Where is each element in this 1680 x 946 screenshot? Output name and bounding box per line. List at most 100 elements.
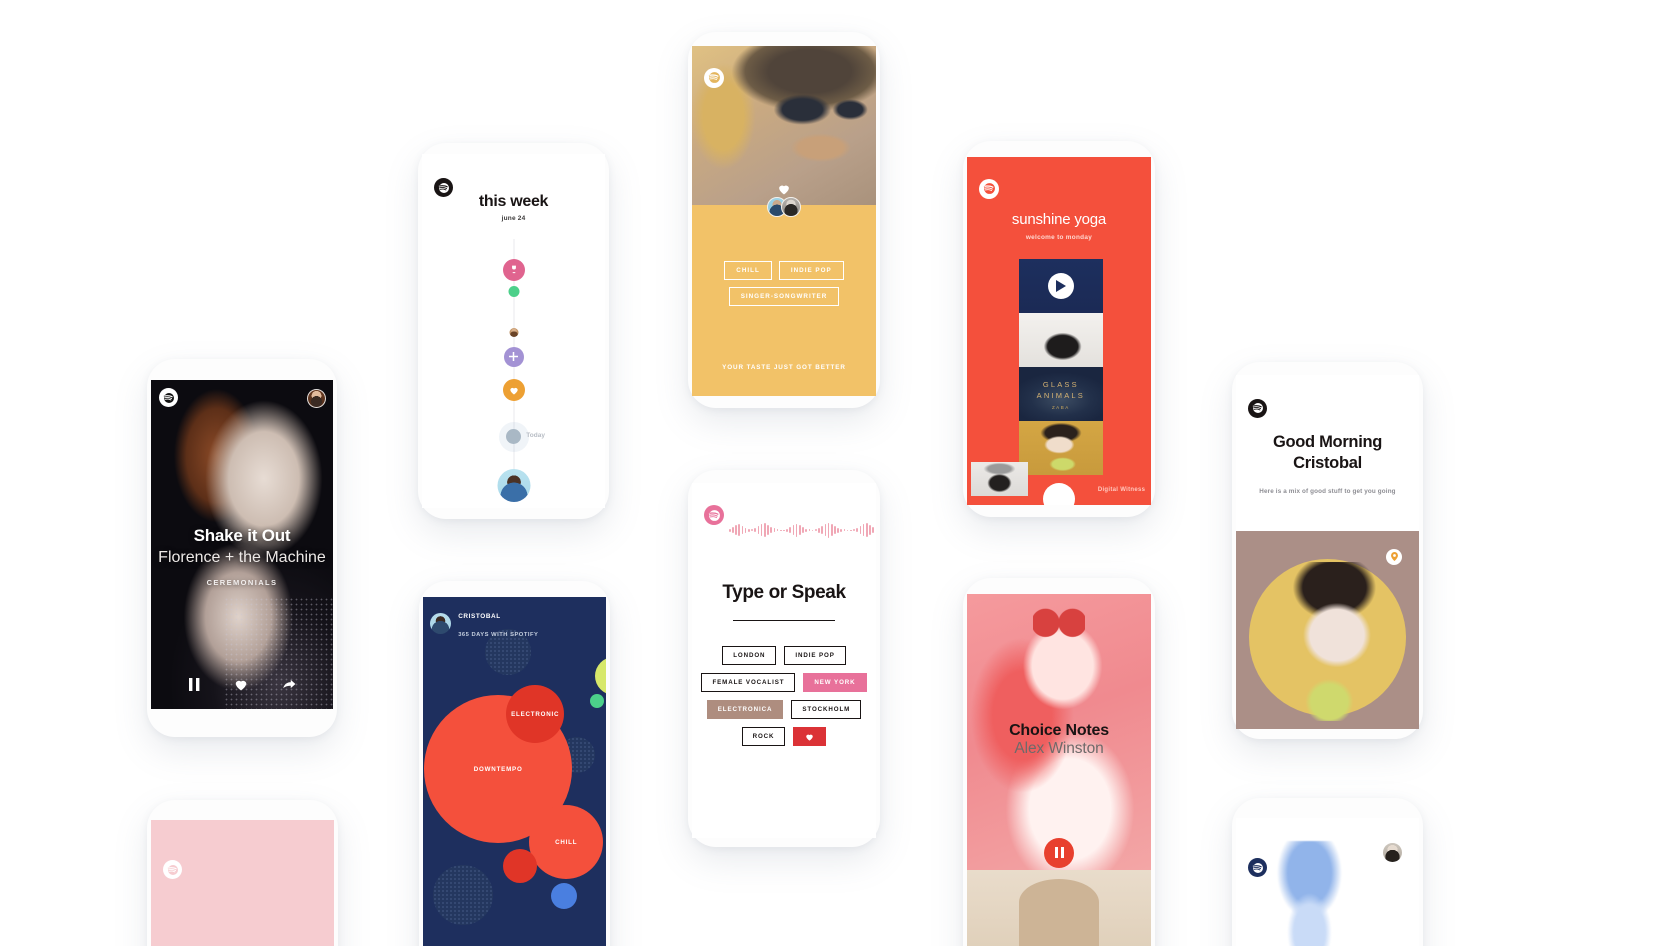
filter-tag[interactable]: ROCK	[741, 727, 786, 747]
pause-icon[interactable]	[1044, 837, 1074, 868]
bubble-label: DOWNTEMPO	[473, 765, 523, 773]
filter-tag[interactable]: ELECTRONICA	[706, 700, 784, 720]
genre-tag[interactable]: CHILL	[724, 260, 772, 280]
waveform-bar	[853, 529, 855, 532]
waveform-bar	[846, 529, 849, 531]
spotify-logo-icon[interactable]	[163, 860, 183, 879]
listening-stats-phone: DOWNTEMPO ELECTRONIC CHILL CRISTOBAL 365…	[419, 581, 610, 946]
hero-artwork[interactable]	[1236, 530, 1419, 730]
filter-tag-row: FEMALE VOCALIST NEW YORK	[692, 673, 876, 693]
timeline-node-trophy[interactable]	[502, 258, 525, 281]
floating-action-button[interactable]	[1043, 483, 1075, 505]
friend-avatar-icon[interactable]	[306, 389, 326, 409]
heart-icon[interactable]	[234, 678, 248, 691]
bubble-decorative	[433, 865, 494, 925]
weekly-timeline-screen: this week june 24 Today	[422, 154, 605, 508]
bubble-electronic[interactable]: ELECTRONIC	[506, 685, 565, 743]
bubble-unlabeled-lime[interactable]	[595, 657, 606, 695]
timeline-node-avatar[interactable]	[509, 328, 518, 338]
filter-tag[interactable]: NEW YORK	[803, 673, 867, 693]
track-title: Shake it Out	[193, 525, 291, 545]
timeline-node-dot[interactable]	[508, 286, 519, 298]
filter-tag[interactable]: FEMALE VOCALIST	[701, 673, 796, 693]
spotify-logo-icon[interactable]	[979, 178, 1000, 199]
user-avatar[interactable]	[497, 468, 530, 502]
bubble-unlabeled-blue[interactable]	[551, 883, 578, 909]
album-card-portrait[interactable]	[1018, 421, 1104, 476]
timeline-node-plus[interactable]	[503, 346, 524, 367]
waveform-bar	[856, 528, 859, 533]
next-artwork-preview[interactable]	[967, 870, 1151, 946]
genre-tag[interactable]: INDIE POP	[778, 260, 844, 280]
waveform-bar	[751, 529, 753, 532]
arch-shape	[1018, 879, 1100, 946]
album-card-small[interactable]	[970, 461, 1028, 496]
track-info: Choice Notes Alex Winston	[967, 722, 1151, 758]
pink-placeholder-screen	[151, 820, 334, 946]
waveform-bar	[792, 524, 795, 536]
waveform-bar	[728, 528, 731, 532]
filter-tag[interactable]: LONDON	[722, 646, 777, 666]
user-avatar-icon[interactable]	[430, 612, 452, 634]
spotify-logo-icon[interactable]	[1248, 398, 1268, 418]
waveform-bar	[732, 527, 734, 533]
audio-waveform-icon	[728, 522, 876, 538]
page-heading: Type or Speak	[722, 582, 846, 604]
album-card-play[interactable]	[1018, 259, 1104, 314]
genre-tag[interactable]: SINGER-SONGWRITER	[728, 286, 840, 306]
waveform-bar	[802, 527, 804, 533]
waveform-bar	[869, 524, 871, 536]
album-card-bw[interactable]	[1018, 313, 1104, 368]
artist-avatar-icon[interactable]	[781, 196, 801, 217]
taste-footer-text: YOUR TASTE JUST GOT BETTER	[722, 364, 846, 372]
bubble-label: CHILL	[555, 838, 578, 846]
waveform-bar	[735, 525, 737, 535]
waveform-bar	[786, 528, 788, 532]
timeline-node-today[interactable]	[498, 421, 529, 452]
waveform-bar	[760, 524, 763, 536]
album-caption: Digital Witness	[1097, 487, 1146, 494]
heart-icon[interactable]	[793, 727, 827, 747]
blue-portrait-phone	[1232, 798, 1423, 946]
waveform-bar	[808, 529, 811, 532]
bubble-unlabeled-red[interactable]	[503, 849, 538, 883]
waveform-bar	[865, 523, 868, 538]
waveform-bar	[783, 529, 785, 531]
blue-portrait-image	[1261, 840, 1357, 946]
location-pin-icon[interactable]	[1386, 548, 1403, 565]
page-subtitle: june 24	[501, 215, 526, 223]
track-artist: Alex Winston	[1014, 740, 1104, 758]
page-subtitle: Here is a mix of good stuff to get you g…	[1259, 488, 1396, 496]
waveform-bar	[862, 524, 865, 536]
user-name: CRISTOBAL	[458, 613, 501, 620]
pause-icon[interactable]	[188, 677, 200, 691]
waveform-bar	[738, 523, 741, 537]
taste-profile-phone: CHILL INDIE POP SINGER-SONGWRITER YOUR T…	[688, 32, 880, 408]
filter-tag-row: LONDON INDIE POP	[692, 646, 876, 666]
waveform-bar	[843, 529, 846, 532]
type-or-speak-phone: Type or Speak LONDON INDIE POP FEMALE VOCA…	[688, 470, 880, 847]
playlist-title: sunshine yoga	[1011, 210, 1107, 228]
antler-headband	[1033, 599, 1085, 639]
greeting-line-1: Good Morning	[1272, 432, 1383, 451]
waveform-bar	[754, 528, 757, 533]
filter-tag[interactable]: INDIE POP	[784, 646, 846, 666]
waveform-bar	[770, 526, 772, 534]
spotify-logo-icon[interactable]	[704, 67, 725, 88]
waveform-bar	[789, 526, 792, 534]
waveform-bar	[818, 527, 820, 533]
spotify-logo-icon[interactable]	[704, 505, 725, 526]
filter-tag[interactable]: STOCKHOLM	[791, 700, 862, 720]
album-title-line2: ANIMALS	[1036, 391, 1085, 401]
bubble-chill[interactable]: CHILL	[529, 805, 604, 879]
waveform-bar	[741, 525, 744, 535]
waveform-bar	[776, 529, 779, 532]
timeline-node-heart[interactable]	[502, 379, 525, 402]
play-icon[interactable]	[1047, 273, 1074, 300]
bubble-unlabeled-green[interactable]	[590, 694, 605, 708]
pink-placeholder-phone	[147, 800, 338, 946]
album-card-glass-animals[interactable]: GLASS ANIMALS ZABA	[1018, 367, 1104, 422]
good-morning-phone: Good Morning Cristobal Here is a mix of …	[1232, 362, 1423, 739]
friend-avatar-icon[interactable]	[1383, 842, 1403, 862]
share-icon[interactable]	[282, 678, 296, 690]
